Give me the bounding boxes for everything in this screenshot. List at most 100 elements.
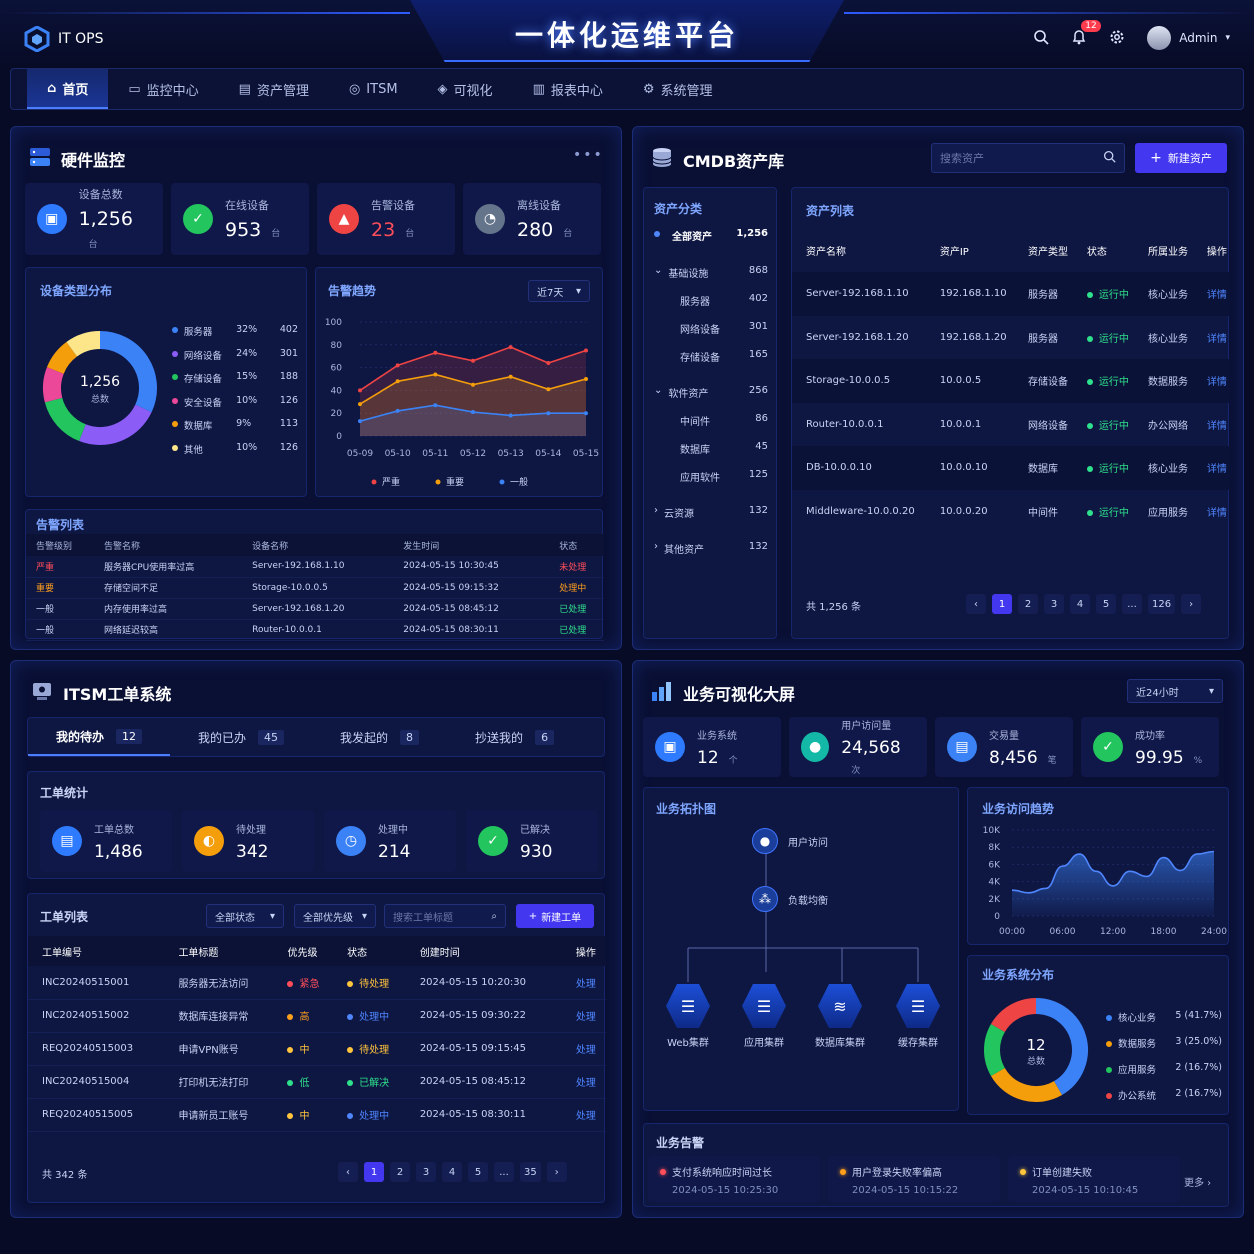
asset-category-item[interactable]: 中间件 86	[654, 413, 768, 428]
asset-detail-link[interactable]: 详情	[1193, 316, 1230, 360]
ticket-page-button[interactable]: 2	[390, 1162, 410, 1182]
ticket-page-button[interactable]: 5	[468, 1162, 488, 1182]
asset-page-button[interactable]: 1	[992, 594, 1012, 614]
asset-detail-link[interactable]: 详情	[1193, 490, 1230, 534]
user-access-node[interactable]: ● 用户访问	[752, 828, 828, 854]
asset-page-button[interactable]: 4	[1070, 594, 1090, 614]
hw-stat-card[interactable]: ✓ 在线设备 953 台	[171, 183, 309, 255]
asset-category-item[interactable]: 存储设备 165	[654, 349, 768, 364]
business-stat-card[interactable]: ▤ 交易量 8,456 笔	[935, 717, 1073, 777]
asset-row[interactable]: Storage-10.0.0.5 10.0.0.5 存储设备 运行中 数据服务 详情	[792, 359, 1230, 403]
asset-detail-link[interactable]: 详情	[1193, 272, 1230, 316]
prev-page-button[interactable]: ‹	[966, 594, 986, 614]
status-filter-select[interactable]: 全部状态 ▾	[206, 904, 284, 928]
nav-item-6[interactable]: ⚙ 系统管理	[623, 69, 733, 109]
hw-stat-card[interactable]: ▣ 设备总数 1,256 台	[25, 183, 163, 255]
asset-category-item[interactable]: › 云资源 132	[654, 505, 768, 520]
asset-page-button[interactable]: 126	[1148, 594, 1176, 614]
trend-range-select[interactable]: 近7天 ▾	[528, 280, 590, 302]
logo[interactable]: IT OPS	[24, 26, 103, 52]
next-page-button[interactable]: ›	[546, 1162, 567, 1182]
asset-category-item[interactable]: 网络设备 301	[654, 321, 768, 336]
business-alert-card[interactable]: 用户登录失败率偏高 2024-05-15 10:15:22	[828, 1156, 1000, 1202]
ticket-handle-link[interactable]: 处理	[562, 966, 606, 999]
ticket-handle-link[interactable]: 处理	[562, 999, 606, 1032]
business-alert-card[interactable]: 订单创建失败 2024-05-15 10:10:45	[1008, 1156, 1180, 1202]
more-menu-icon[interactable]: •••	[573, 147, 604, 163]
ticket-handle-link[interactable]: 处理	[562, 1098, 606, 1131]
cluster-node[interactable]: ☰ 应用集群	[734, 984, 794, 1049]
asset-row[interactable]: Server-192.168.1.10 192.168.1.10 服务器 运行中 核心业…	[792, 272, 1230, 316]
asset-row[interactable]: Router-10.0.0.1 10.0.0.1 网络设备 运行中 办公网络 详情	[792, 403, 1230, 447]
asset-detail-link[interactable]: 详情	[1193, 403, 1230, 447]
ticket-page-button[interactable]: 4	[442, 1162, 462, 1182]
ticket-page-button[interactable]: 3	[416, 1162, 436, 1182]
nav-item-4[interactable]: ◈ 可视化	[418, 69, 513, 109]
asset-row[interactable]: Server-192.168.1.20 192.168.1.20 服务器 运行中 核心业…	[792, 316, 1230, 360]
business-stat-card[interactable]: ✓ 成功率 99.95%	[1081, 717, 1219, 777]
hw-stat-card[interactable]: ▲ 告警设备 23 台	[317, 183, 455, 255]
asset-page-button[interactable]: 5	[1096, 594, 1116, 614]
alert-row[interactable]: 重要 存储空间不足 Storage-10.0.0.5 2024-05-15 09:15…	[26, 577, 604, 598]
nav-item-5[interactable]: ▥ 报表中心	[513, 69, 623, 109]
search-icon[interactable]	[1033, 29, 1049, 48]
asset-row[interactable]: DB-10.0.0.10 10.0.0.10 数据库 运行中 核心业务 详情	[792, 446, 1230, 490]
ticket-search-input[interactable]: 搜索工单标题 ⌕	[384, 904, 506, 928]
ticket-row[interactable]: INC20240515001 服务器无法访问 紧急 待处理 2024-05-15 10:…	[28, 966, 606, 999]
load-balancer-node[interactable]: ⁂ 负载均衡	[752, 886, 828, 912]
bell-icon[interactable]: 12	[1071, 19, 1101, 48]
itsm-tab[interactable]: 我的已办 45	[170, 718, 312, 756]
asset-detail-link[interactable]: 详情	[1193, 446, 1230, 490]
ticket-stat-card[interactable]: ✓ 已解决 930	[466, 810, 598, 872]
nav-item-1[interactable]: ▭ 监控中心	[108, 69, 218, 109]
user-menu[interactable]: Admin ▾	[1147, 26, 1230, 50]
priority-filter-select[interactable]: 全部优先级 ▾	[294, 904, 376, 928]
business-stat-card[interactable]: ▣ 业务系统 12 个	[643, 717, 781, 777]
cluster-node[interactable]: ≋ 数据库集群	[810, 984, 870, 1049]
business-stat-card[interactable]: ● 用户访问量 24,568 次	[789, 717, 927, 777]
business-alert-card[interactable]: 支付系统响应时间过长 2024-05-15 10:25:30	[648, 1156, 820, 1202]
alert-row[interactable]: 一般 内存使用率过高 Server-192.168.1.20 2024-05-15 0…	[26, 598, 604, 619]
alert-row[interactable]: 一般 网络延迟较高 Router-10.0.0.1 2024-05-15 08:30:…	[26, 619, 604, 640]
new-asset-button[interactable]: + 新建资产	[1135, 143, 1227, 173]
itsm-tab[interactable]: 我发起的 8	[312, 718, 447, 756]
asset-page-button[interactable]: ...	[1122, 594, 1142, 614]
more-alerts-link[interactable]: 更多 ›	[1184, 1174, 1211, 1189]
nav-item-2[interactable]: ▤ 资产管理	[219, 69, 329, 109]
prev-page-button[interactable]: ‹	[338, 1162, 358, 1182]
business-range-select[interactable]: 近24小时 ▾	[1127, 679, 1223, 703]
ticket-row[interactable]: INC20240515002 数据库连接异常 高 处理中 2024-05-15 09:3…	[28, 999, 606, 1032]
ticket-stat-card[interactable]: ◐ 待处理 342	[182, 810, 314, 872]
ticket-page-button[interactable]: 1	[364, 1162, 384, 1182]
next-page-button[interactable]: ›	[1181, 594, 1202, 614]
nav-item-3[interactable]: ◎ ITSM	[329, 69, 418, 109]
ticket-page-button[interactable]: 35	[520, 1162, 541, 1182]
nav-item-0[interactable]: ⌂ 首页	[27, 69, 109, 109]
asset-search-input[interactable]: 搜索资产	[931, 143, 1125, 173]
asset-page-button[interactable]: 3	[1044, 594, 1064, 614]
asset-category-item[interactable]: 数据库 45	[654, 441, 768, 456]
new-ticket-button[interactable]: + 新建工单	[516, 904, 594, 928]
asset-page-button[interactable]: 2	[1018, 594, 1038, 614]
ticket-handle-link[interactable]: 处理	[562, 1032, 606, 1065]
ticket-row[interactable]: REQ20240515005 申请新员工账号 中 处理中 2024-05-15 08:3…	[28, 1098, 606, 1131]
hw-stat-card[interactable]: ◔ 离线设备 280 台	[463, 183, 601, 255]
itsm-tab[interactable]: 我的待办 12	[28, 718, 171, 756]
cluster-node[interactable]: ☰ Web集群	[658, 984, 718, 1049]
asset-category-item[interactable]: 应用软件 125	[654, 469, 768, 484]
ticket-handle-link[interactable]: 处理	[562, 1065, 606, 1098]
gear-icon[interactable]	[1109, 29, 1125, 48]
asset-category-item[interactable]: 服务器 402	[654, 293, 768, 308]
asset-category-item[interactable]: ⌄ 软件资产 256	[654, 385, 768, 400]
ticket-stat-card[interactable]: ▤ 工单总数 1,486	[40, 810, 172, 872]
asset-row[interactable]: Middleware-10.0.0.20 10.0.0.20 中间件 运行中 应用服务详…	[792, 490, 1230, 534]
asset-category-item[interactable]: 全部资产 1,256	[654, 228, 768, 243]
asset-category-item[interactable]: › 其他资产 132	[654, 541, 768, 556]
asset-category-item[interactable]: ⌄ 基础设施 868	[654, 265, 768, 280]
alert-row[interactable]: 严重 服务器CPU使用率过高 Server-192.168.1.10 2024-05-…	[26, 556, 604, 577]
ticket-row[interactable]: REQ20240515003 申请VPN账号 中 待处理 2024-05-15 09:1…	[28, 1032, 606, 1065]
asset-detail-link[interactable]: 详情	[1193, 359, 1230, 403]
ticket-stat-card[interactable]: ◷ 处理中 214	[324, 810, 456, 872]
ticket-page-button[interactable]: ...	[494, 1162, 514, 1182]
cluster-node[interactable]: ☰ 缓存集群	[888, 984, 948, 1049]
